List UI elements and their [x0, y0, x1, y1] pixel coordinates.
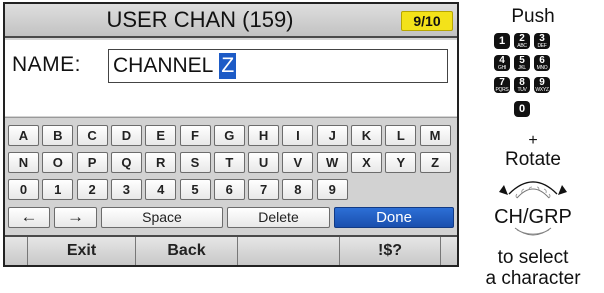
keypad-1-icon: 1	[494, 33, 510, 49]
keypad-5-icon: 5 JKL	[514, 55, 530, 71]
key-8[interactable]: 8	[282, 179, 314, 200]
keypad-4-icon: 4 GHI	[494, 55, 510, 71]
key-v[interactable]: V	[282, 152, 314, 173]
back-softkey[interactable]: Back	[135, 237, 237, 265]
key-k[interactable]: K	[351, 125, 382, 146]
key-o[interactable]: O	[42, 152, 74, 173]
key-z[interactable]: Z	[419, 152, 451, 173]
rotate-label: Rotate	[505, 149, 561, 170]
softkey-bar: Exit Back !$?	[5, 235, 457, 265]
key-q[interactable]: Q	[110, 152, 142, 173]
delete-key[interactable]: Delete	[227, 207, 330, 228]
instruction-line-2: a character	[485, 268, 581, 289]
screen-title: USER CHAN (159)	[106, 7, 294, 32]
key-y[interactable]: Y	[385, 152, 417, 173]
space-key[interactable]: Space	[101, 207, 223, 228]
keypad-3-icon: 3 DEF	[534, 33, 550, 49]
key-s[interactable]: S	[179, 152, 211, 173]
push-label: Push	[511, 6, 555, 27]
key-d[interactable]: D	[110, 125, 142, 146]
key-u[interactable]: U	[248, 152, 280, 173]
key-f[interactable]: F	[179, 125, 211, 146]
key-3[interactable]: 3	[110, 179, 142, 200]
symbol-softkey[interactable]: !$?	[339, 237, 441, 265]
key-l[interactable]: L	[385, 125, 417, 146]
key-i[interactable]: I	[282, 125, 314, 146]
exit-softkey[interactable]: Exit	[27, 237, 135, 265]
key-t[interactable]: T	[213, 152, 245, 173]
key-g[interactable]: G	[213, 125, 245, 146]
key-7[interactable]: 7	[248, 179, 280, 200]
key-x[interactable]: X	[351, 152, 382, 173]
key-a[interactable]: A	[8, 125, 39, 146]
page-indicator-badge: 9/10	[401, 11, 453, 31]
key-6[interactable]: 6	[213, 179, 245, 200]
key-h[interactable]: H	[248, 125, 280, 146]
empty-softkey[interactable]	[237, 237, 339, 265]
key-r[interactable]: R	[145, 152, 177, 173]
instruction-panel: Push 1 2 ABC 3 DEF 4 GHI 5 JKL 6 MNO 7 PQRS 8 TUV 9 WXYZ…	[462, 0, 604, 293]
done-key[interactable]: Done	[334, 207, 454, 228]
keypad-6-icon: 6 MNO	[534, 55, 550, 71]
instruction-line-1: to select	[497, 247, 569, 268]
key-e[interactable]: E	[145, 125, 177, 146]
keypad-2-icon: 2 ABC	[514, 33, 530, 49]
character-keyboard: ← → Space Delete Done ABCDEFGHIJKLM NOPQR…	[5, 117, 457, 235]
key-b[interactable]: B	[42, 125, 74, 146]
key-9[interactable]: 9	[316, 179, 348, 200]
key-n[interactable]: N	[8, 152, 39, 173]
key-0[interactable]: 0	[8, 179, 39, 200]
cursor-right-key[interactable]: →	[54, 207, 97, 228]
key-j[interactable]: J	[316, 125, 348, 146]
key-w[interactable]: W	[316, 152, 348, 173]
key-5[interactable]: 5	[179, 179, 211, 200]
name-value: CHANNEL	[113, 54, 214, 77]
key-p[interactable]: P	[76, 152, 108, 173]
dial-label: CH/GRP	[494, 206, 572, 228]
radio-screen: USER CHAN (159) 9/10 NAME: CHANNEL Z ← → …	[3, 2, 459, 267]
cursor-left-key[interactable]: ←	[8, 207, 50, 228]
name-label: NAME:	[12, 53, 82, 76]
name-entry-area: NAME: CHANNEL Z	[5, 40, 457, 116]
key-4[interactable]: 4	[145, 179, 177, 200]
key-c[interactable]: C	[76, 125, 108, 146]
name-input[interactable]: CHANNEL Z	[108, 49, 448, 83]
key-2[interactable]: 2	[76, 179, 108, 200]
keypad-7-icon: 7 PQRS	[494, 77, 510, 93]
key-1[interactable]: 1	[42, 179, 74, 200]
plus-label: +	[528, 132, 538, 149]
cursor-character: Z	[219, 53, 237, 79]
keypad-9-icon: 9 WXYZ	[534, 77, 550, 93]
key-m[interactable]: M	[419, 125, 451, 146]
keypad-8-icon: 8 TUV	[514, 77, 530, 93]
title-bar: USER CHAN (159) 9/10	[5, 4, 457, 38]
keypad-0-icon: 0	[514, 101, 530, 117]
